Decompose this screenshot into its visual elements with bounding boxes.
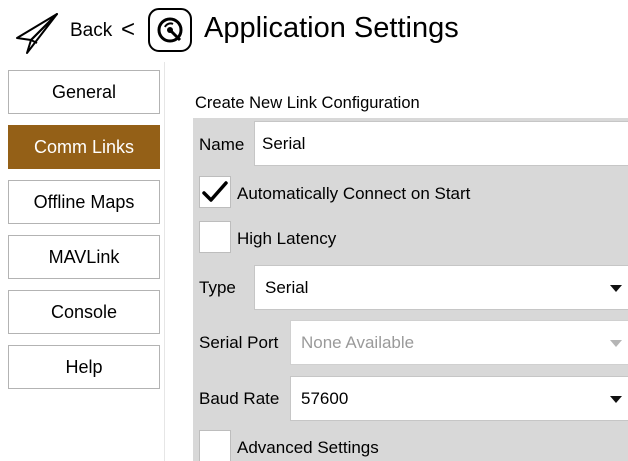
serial-port-select[interactable]: None Available [290, 320, 628, 365]
checkmark-icon [202, 181, 228, 202]
nav-item-general[interactable]: General [8, 70, 160, 114]
name-field[interactable]: Serial [254, 121, 628, 166]
nav-item-label: Console [50, 301, 118, 322]
nav-item-label: General [51, 81, 117, 102]
page-title: Application Settings [204, 12, 459, 44]
chevron-left-icon[interactable]: < [121, 16, 135, 44]
auto-connect-label: Automatically Connect on Start [237, 184, 471, 203]
name-label: Name [199, 135, 245, 154]
nav-item-label: Help [65, 356, 103, 377]
header-bar: Back < Application Settings [0, 0, 628, 62]
nav-item-offline-maps[interactable]: Offline Maps [8, 180, 160, 224]
nav-item-mavlink[interactable]: MAVLink [8, 235, 160, 279]
type-select[interactable]: Serial [254, 265, 628, 310]
nav-item-label: MAVLink [48, 246, 120, 267]
nav-item-comm-links[interactable]: Comm Links [8, 125, 160, 169]
chevron-down-icon [610, 284, 622, 292]
nav-item-label: Comm Links [33, 136, 135, 157]
nav-item-help[interactable]: Help [8, 345, 160, 389]
chevron-down-icon [610, 339, 622, 347]
advanced-settings-checkbox[interactable] [199, 430, 231, 461]
back-button[interactable]: Back [70, 20, 112, 42]
auto-connect-checkbox[interactable] [199, 176, 231, 208]
chevron-down-icon [610, 395, 622, 403]
type-label: Type [199, 278, 236, 297]
name-field-value: Serial [262, 133, 306, 153]
serial-port-select-value: None Available [301, 332, 415, 352]
qgc-logo-icon [148, 8, 192, 52]
baud-rate-select-value: 57600 [301, 388, 349, 408]
nav-divider [164, 62, 165, 461]
advanced-settings-label: Advanced Settings [237, 438, 379, 457]
baud-rate-label: Baud Rate [199, 389, 280, 408]
nav-item-label: Offline Maps [33, 191, 135, 212]
serial-port-label: Serial Port [199, 333, 279, 352]
paper-plane-icon[interactable] [14, 10, 60, 56]
high-latency-checkbox[interactable] [199, 221, 231, 253]
nav-item-console[interactable]: Console [8, 290, 160, 334]
baud-rate-select[interactable]: 57600 [290, 376, 628, 421]
link-config-panel[interactable]: Name Serial Automatically Connect on Sta… [193, 118, 628, 461]
section-title: Create New Link Configuration [195, 94, 420, 112]
high-latency-label: High Latency [237, 229, 337, 248]
type-select-value: Serial [265, 277, 309, 297]
